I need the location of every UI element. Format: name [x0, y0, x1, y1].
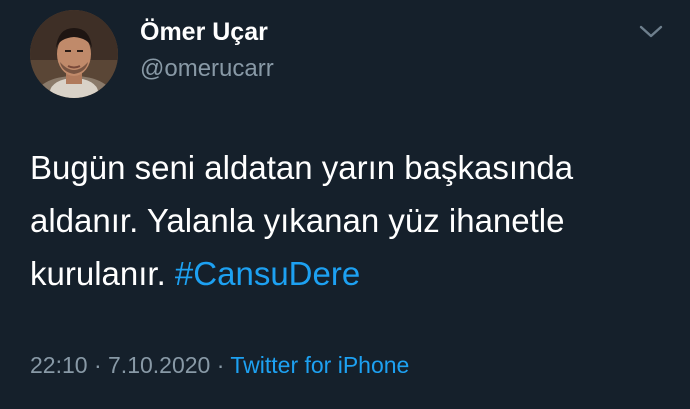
user-handle[interactable]: @omerucarr — [140, 55, 274, 83]
tweet-card: Ömer Uçar @omerucarr Bugün seni aldatan … — [0, 0, 690, 409]
tweet-text-line: Bugün seni aldatan yarın başkasında — [30, 149, 574, 186]
tweet-text-segment: kurulanır. — [30, 255, 175, 292]
meta-separator: · — [87, 352, 109, 378]
chevron-down-icon[interactable] — [638, 22, 664, 42]
meta-separator: · — [210, 352, 231, 378]
tweet-meta: 22:10 · 7.10.2020 · Twitter for iPhone — [30, 352, 409, 379]
tweet-text-line: aldanır. Yalanla yıkanan yüz ihanetle — [30, 202, 565, 239]
display-name[interactable]: Ömer Uçar — [140, 18, 268, 47]
tweet-text-line: kurulanır. #CansuDere — [30, 247, 670, 300]
tweet-date[interactable]: 7.10.2020 — [108, 352, 210, 378]
tweet-source-link[interactable]: Twitter for iPhone — [230, 352, 409, 378]
tweet-text: Bugün seni aldatan yarın başkasında alda… — [30, 141, 670, 300]
avatar-photo — [30, 10, 118, 98]
hashtag-link[interactable]: #CansuDere — [175, 255, 360, 292]
avatar[interactable] — [30, 10, 118, 98]
tweet-time[interactable]: 22:10 — [30, 352, 88, 378]
